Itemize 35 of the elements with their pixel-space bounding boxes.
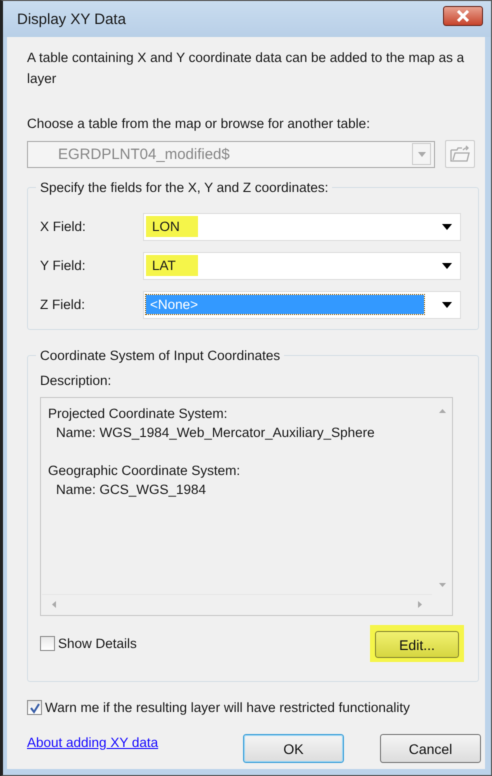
dialog-button[interactable]: Cancel	[380, 734, 481, 763]
description-line: Name: GCS_WGS_1984	[55, 481, 206, 499]
checkbox-label: Warn me if the resulting layer will have restricted functionality	[45, 700, 410, 715]
checkbox[interactable]	[27, 700, 42, 715]
group-legend: Specify the fields for the X, Y and Z coordinates:	[36, 180, 332, 195]
intro-text: A table containing X and Y coordinate data can be added to the map as a layer	[27, 49, 466, 88]
caret-icon	[442, 224, 452, 230]
group-legend: Coordinate System of Input Coordinates	[36, 348, 284, 363]
field-label: Z Field:	[40, 297, 86, 312]
description-label: Description:	[40, 373, 112, 388]
close-button[interactable]	[443, 6, 483, 26]
description-line: Geographic Coordinate System:	[48, 462, 240, 480]
table-prompt: Choose a table from the map or browse for another table:	[27, 116, 371, 131]
field-label: Y Field:	[40, 258, 87, 273]
caret-icon	[418, 152, 426, 156]
caret-icon	[442, 302, 452, 308]
caret-icon	[442, 262, 452, 268]
up-arrow-icon	[438, 409, 446, 413]
description-line: Name: WGS_1984_Web_Mercator_Auxiliary_Sphere	[55, 424, 375, 442]
dialog-button[interactable]: OK	[243, 734, 344, 763]
checkbox[interactable]	[40, 636, 55, 651]
right-arrow-icon	[418, 601, 422, 608]
close-icon	[456, 10, 470, 22]
down-arrow-icon	[438, 583, 446, 587]
edit-button[interactable]: Edit...	[375, 631, 459, 658]
window-title: Display XY Data	[17, 10, 126, 28]
browse-button[interactable]	[445, 140, 475, 168]
field-dropdown[interactable]: LON	[143, 212, 461, 240]
checkbox-label: Show Details	[58, 636, 137, 651]
field-label: X Field:	[40, 219, 87, 234]
folder-icon	[449, 144, 472, 164]
help-link[interactable]: About adding XY data	[27, 735, 158, 750]
description-line: Projected Coordinate System:	[48, 405, 228, 423]
left-arrow-icon	[52, 601, 56, 608]
field-dropdown[interactable]: LAT	[143, 252, 461, 280]
